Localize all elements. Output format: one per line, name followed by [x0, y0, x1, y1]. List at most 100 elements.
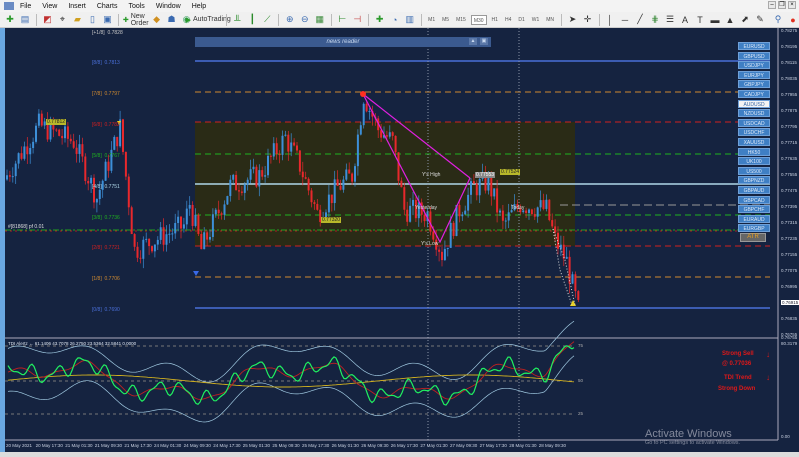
- indicator-axis-top: 80.3179: [781, 341, 798, 346]
- candle-body: [316, 203, 319, 210]
- candle-body: [148, 238, 151, 247]
- candle-body: [568, 256, 571, 284]
- indicator-axis-bottom: 0.00: [781, 434, 790, 439]
- symbol-button-gbpusd[interactable]: GBPUSD: [738, 51, 770, 60]
- candle-body: [530, 209, 533, 215]
- price-axis-label: 0.78195: [781, 44, 798, 49]
- symbol-button-gbpcad[interactable]: GBPCAD: [738, 195, 770, 204]
- candle-body: [551, 220, 554, 227]
- candle-body: [342, 179, 345, 190]
- candle-body: [264, 175, 267, 177]
- candle-body: [255, 166, 258, 187]
- candle-body: [180, 216, 182, 229]
- candle-body: [298, 150, 301, 172]
- candle-body: [238, 190, 240, 192]
- price-axis-label: 0.77955: [781, 92, 798, 97]
- candle-body: [406, 209, 409, 222]
- price-axis-label: 0.77155: [781, 252, 798, 257]
- price-axis-label: 0.77715: [781, 140, 798, 145]
- symbol-button-audusd[interactable]: AUDUSD: [738, 99, 770, 108]
- news-reader-window-icon[interactable]: ▣: [480, 38, 488, 45]
- candle-body: [182, 224, 185, 229]
- candle-body: [98, 189, 101, 200]
- symbol-button-cadjpy[interactable]: CADJPY: [738, 90, 770, 98]
- symbol-button-usdjpy[interactable]: USDJPY: [738, 61, 770, 70]
- time-axis-label: 26 May 09:30: [361, 443, 389, 448]
- candle-body: [412, 199, 414, 206]
- candle-body: [61, 135, 64, 139]
- candle-body: [504, 220, 507, 222]
- symbol-button-usdcad[interactable]: USDCAD: [738, 118, 770, 127]
- candle-body: [493, 188, 496, 197]
- symbol-button-gbpnzd[interactable]: GBPNZD: [738, 176, 770, 185]
- atr-button[interactable]: ATR: [740, 233, 766, 242]
- indicator-title: TDI Alertz ← 61.1406 43.7078 26.2750 23.…: [8, 341, 137, 346]
- fib-level-label: [0/8] 0.7690: [92, 307, 120, 313]
- signal-strong-sell: Strong Sell: [722, 351, 754, 357]
- candle-body: [385, 135, 388, 137]
- symbol-button-eurgbp[interactable]: EURGBP: [738, 224, 770, 233]
- candle-body: [133, 234, 136, 247]
- candle-body: [81, 144, 84, 157]
- symbol-button-us500[interactable]: US500: [738, 166, 770, 175]
- candle-body: [507, 212, 510, 221]
- price-chart[interactable]: [0, 0, 799, 457]
- price-axis-label: 0.76995: [781, 284, 798, 289]
- candle-body: [249, 169, 252, 180]
- symbol-button-xauusd[interactable]: XAUUSD: [738, 138, 770, 146]
- candle-body: [6, 175, 8, 180]
- candle-body: [339, 185, 342, 190]
- candle-body: [200, 233, 203, 250]
- time-axis-label: 24 May 01:30: [154, 443, 182, 448]
- symbol-button-gbpaud[interactable]: GBPAUD: [738, 186, 770, 194]
- symbol-button-uk100[interactable]: UK100: [738, 157, 770, 166]
- candle-body: [214, 209, 217, 215]
- candle-body: [539, 200, 542, 208]
- candle-body: [168, 233, 171, 235]
- price-axis-label: 0.77475: [781, 188, 798, 193]
- candle-body: [472, 181, 475, 184]
- candle-body: [443, 248, 446, 261]
- candle-body: [64, 126, 66, 139]
- candle-body: [209, 236, 211, 240]
- symbol-button-gbpjpy[interactable]: GBPJPY: [738, 80, 770, 89]
- symbol-button-eurusd[interactable]: EURUSD: [738, 42, 770, 50]
- symbol-button-usdchf[interactable]: USDCHF: [738, 128, 770, 137]
- candle-body: [8, 175, 11, 177]
- candle-body: [403, 187, 406, 210]
- candle-body: [565, 256, 568, 259]
- watermark-title: Activate Windows: [645, 428, 732, 440]
- symbol-button-hk50[interactable]: HK50: [738, 147, 770, 156]
- candle-body: [397, 152, 400, 181]
- candle-body: [20, 153, 23, 159]
- fib-level-label: [8/8] 0.7813: [92, 60, 120, 66]
- candle-body: [388, 132, 391, 137]
- news-reader-bar[interactable]: news reader ▲ ▣: [195, 37, 491, 47]
- symbol-button-gbpchf[interactable]: GBPCHF: [738, 205, 770, 214]
- candle-body: [177, 216, 180, 224]
- signal-price: @ 0.77036: [722, 361, 752, 367]
- candle-body: [269, 155, 272, 157]
- candle-body: [528, 209, 530, 213]
- tdi-lower-band: [7, 355, 575, 423]
- candle-body: [40, 113, 43, 126]
- symbol-button-euraud[interactable]: EURAUD: [738, 214, 770, 223]
- candle-body: [191, 204, 194, 226]
- symbol-button-nzdusd[interactable]: NZDUSD: [738, 109, 770, 118]
- symbol-button-eurjpy[interactable]: EURJPY: [738, 70, 770, 79]
- candle-body: [354, 166, 356, 182]
- time-axis-label: 21 May 17:30: [124, 443, 152, 448]
- candle-body: [478, 178, 481, 196]
- price-tag-mid-low: 0.77320: [321, 217, 342, 223]
- candle-body: [23, 146, 26, 159]
- fib-level-label: [4/8] 0.7751: [92, 184, 120, 190]
- candle-body: [536, 207, 539, 217]
- candle-body: [66, 126, 69, 139]
- collapse-icon[interactable]: ▲: [469, 38, 477, 45]
- candle-body: [220, 213, 223, 215]
- candle-body: [139, 257, 142, 259]
- price-axis-label: 0.77635: [781, 156, 798, 161]
- candle-body: [452, 222, 455, 236]
- ys-low-label: Y's Low: [421, 241, 439, 247]
- candle-body: [272, 143, 275, 157]
